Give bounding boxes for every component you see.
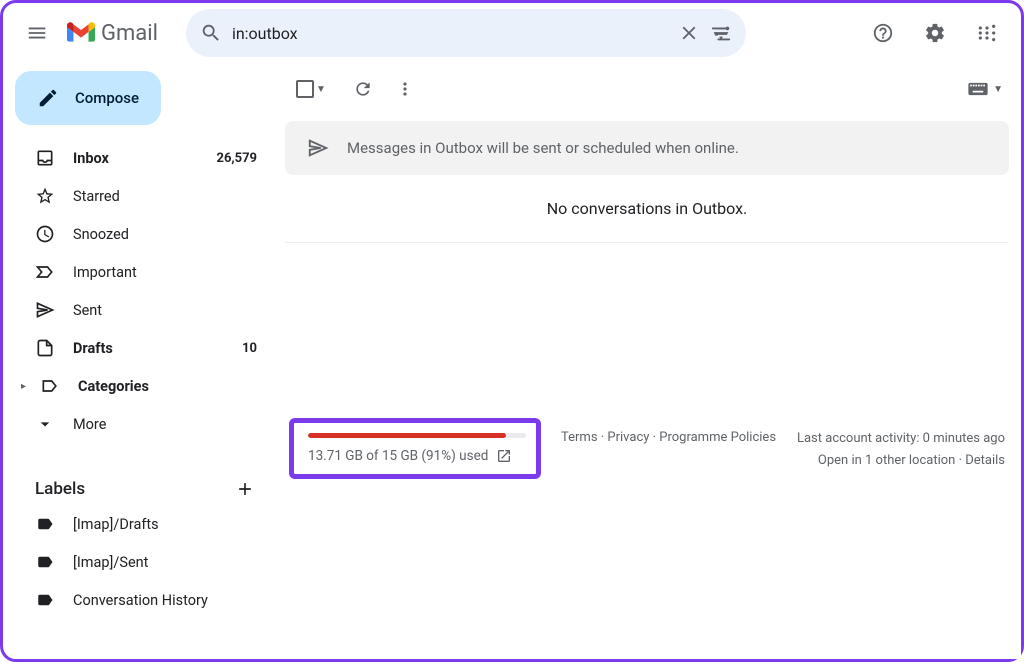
- plus-icon: [235, 479, 255, 499]
- gmail-logo[interactable]: Gmail: [67, 21, 158, 46]
- nav-important[interactable]: Important: [11, 253, 273, 291]
- add-label-button[interactable]: [235, 479, 255, 499]
- details-link[interactable]: Details: [965, 453, 1005, 468]
- pencil-icon: [37, 87, 59, 109]
- clear-search-icon[interactable]: [678, 22, 700, 44]
- help-icon: [872, 22, 894, 44]
- nav-categories[interactable]: ▸ Categories: [11, 367, 273, 405]
- support-button[interactable]: [861, 11, 905, 55]
- select-all-checkbox[interactable]: ▼: [291, 75, 331, 103]
- labels-heading: Labels: [35, 479, 85, 499]
- more-button[interactable]: [395, 79, 415, 99]
- gear-icon: [924, 22, 946, 44]
- main-menu-button[interactable]: [15, 11, 59, 55]
- nav-sent[interactable]: Sent: [11, 291, 273, 329]
- input-tools-button[interactable]: [967, 82, 989, 96]
- last-activity-text: Last account activity: 0 minutes ago: [797, 428, 1005, 450]
- privacy-link[interactable]: Privacy: [607, 430, 649, 445]
- send-icon: [307, 137, 329, 159]
- footer-activity: Last account activity: 0 minutes ago Ope…: [797, 418, 1005, 472]
- inbox-icon: [35, 148, 55, 168]
- settings-button[interactable]: [913, 11, 957, 55]
- sidebar: Compose Inbox 26,579 Starred Snoozed Imp…: [3, 63, 273, 659]
- gmail-logo-icon: [67, 22, 95, 44]
- label-icon: [35, 553, 55, 571]
- keyboard-icon: [967, 82, 989, 96]
- compose-button[interactable]: Compose: [15, 71, 161, 125]
- checkbox-icon: [296, 80, 314, 98]
- nav-inbox[interactable]: Inbox 26,579: [11, 139, 273, 177]
- search-bar[interactable]: [186, 9, 746, 57]
- nav-snoozed[interactable]: Snoozed: [11, 215, 273, 253]
- storage-progress-bar: [308, 433, 526, 438]
- chevron-down-icon[interactable]: ▼: [993, 84, 1003, 95]
- search-icon: [200, 22, 222, 44]
- file-icon: [35, 338, 55, 358]
- clock-icon: [35, 224, 55, 244]
- empty-message: No conversations in Outbox.: [285, 175, 1009, 243]
- gmail-logo-text: Gmail: [101, 21, 158, 46]
- programme-link[interactable]: Programme Policies: [659, 430, 776, 445]
- outbox-banner: Messages in Outbox will be sent or sched…: [285, 121, 1009, 175]
- send-icon: [35, 300, 55, 320]
- more-vert-icon: [395, 79, 415, 99]
- terms-link[interactable]: Terms: [561, 430, 598, 445]
- banner-text: Messages in Outbox will be sent or sched…: [347, 139, 739, 157]
- categories-icon: [40, 376, 60, 396]
- storage-text: 13.71 GB of 15 GB (91%) used: [308, 448, 488, 464]
- refresh-icon: [353, 79, 373, 99]
- chevron-down-icon: [35, 414, 55, 434]
- storage-indicator[interactable]: 13.71 GB of 15 GB (91%) used: [289, 418, 541, 479]
- important-icon: [35, 262, 55, 282]
- nav-drafts[interactable]: Drafts 10: [11, 329, 273, 367]
- refresh-button[interactable]: [353, 79, 373, 99]
- label-icon: [35, 591, 55, 609]
- star-icon: [35, 186, 55, 206]
- nav-starred[interactable]: Starred: [11, 177, 273, 215]
- toolbar: ▼ ▼: [273, 63, 1021, 115]
- chevron-down-icon: ▼: [316, 84, 326, 95]
- hamburger-icon: [26, 22, 48, 44]
- search-input[interactable]: [232, 24, 668, 43]
- content-area: ▼ ▼ Messages in Outbox will be sent or s…: [273, 63, 1021, 659]
- open-location-link[interactable]: Open in 1 other location: [818, 453, 955, 468]
- label-imap-drafts[interactable]: [Imap]/Drafts: [11, 505, 273, 543]
- search-options-icon[interactable]: [710, 22, 732, 44]
- expand-caret-icon: ▸: [21, 381, 26, 392]
- footer-links: Terms · Privacy · Programme Policies: [561, 418, 776, 449]
- apps-button[interactable]: [965, 11, 1009, 55]
- apps-grid-icon: [977, 23, 997, 43]
- open-in-new-icon[interactable]: [496, 448, 512, 464]
- nav-more[interactable]: More: [11, 405, 273, 443]
- label-imap-sent[interactable]: [Imap]/Sent: [11, 543, 273, 581]
- compose-label: Compose: [75, 89, 139, 107]
- label-icon: [35, 515, 55, 533]
- label-conversation-history[interactable]: Conversation History: [11, 581, 273, 619]
